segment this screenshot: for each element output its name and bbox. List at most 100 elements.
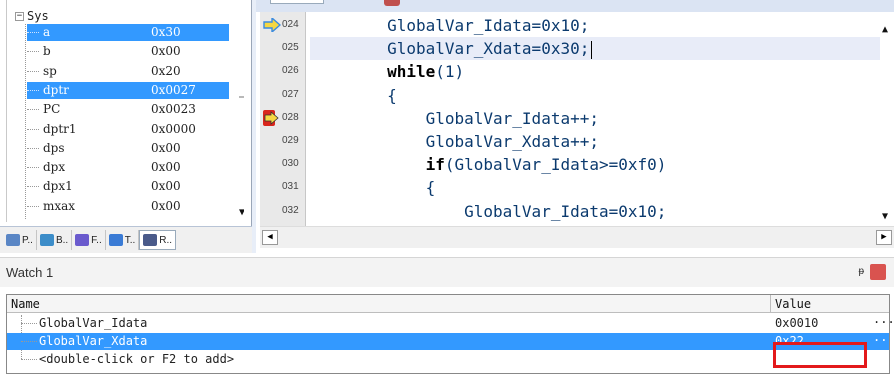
line-number: 027 — [282, 88, 299, 100]
register-row[interactable]: a 0x30 — [27, 24, 229, 41]
register-name: a — [43, 25, 51, 39]
register-value: 0x0023 — [151, 102, 196, 117]
register-value: 0x00 — [151, 198, 181, 213]
editor-tab-close-icon[interactable] — [384, 0, 400, 6]
line-number-gutter[interactable]: 024 025 026 027 028 029 030 031 032 — [260, 12, 306, 226]
line-number: 024 — [282, 19, 299, 30]
editor-horizontal-scrollbar[interactable]: ◀ ▶ — [260, 226, 894, 248]
tree-connector — [21, 323, 37, 324]
tree-connector — [27, 128, 39, 130]
editor-tab[interactable] — [270, 0, 324, 4]
panel-tab[interactable]: F.. — [72, 230, 106, 250]
code-line[interactable]: if(GlobalVar_Idata>=0xf0) — [310, 153, 880, 176]
code-line[interactable]: GlobalVar_Xdata=0x30; — [310, 37, 880, 61]
register-row[interactable]: dptr 0x0027 — [27, 81, 229, 99]
registers-panel: − Sys a 0x30 b 0x00 sp 0x20 dptr 0x0027 PC 0x0023 d… — [0, 0, 252, 253]
panel-tab[interactable]: B.. — [37, 230, 73, 250]
panel-tab[interactable]: R.. — [139, 230, 177, 250]
code-area[interactable]: GlobalVar_Idata=0x10; GlobalVar_Xdata=0x… — [310, 12, 880, 226]
column-header-value[interactable]: Value — [771, 295, 889, 313]
register-row[interactable]: b 0x00 — [27, 43, 229, 60]
close-icon[interactable] — [870, 264, 886, 280]
register-row[interactable]: mxax 0x00 — [27, 198, 229, 215]
register-group-label: Sys — [27, 9, 49, 23]
code-line[interactable]: while(1) — [310, 60, 880, 83]
tree-connector — [27, 70, 39, 72]
code-keyword: if — [425, 155, 445, 175]
tree-guide-line — [25, 24, 26, 219]
pin-icon[interactable]: ᵽ — [858, 266, 864, 277]
line-number: 026 — [282, 65, 299, 77]
scroll-down-icon[interactable]: ▼ — [882, 211, 888, 222]
register-name: dps — [43, 140, 65, 155]
current-line-arrow-icon — [263, 18, 281, 32]
line-number: 025 — [282, 42, 299, 54]
code-line[interactable]: GlobalVar_Idata=0x10; — [310, 14, 880, 37]
watch-row[interactable]: GlobalVar_Xdata 0x22.. — [7, 330, 889, 350]
ellipsis-button[interactable]: .. — [873, 329, 887, 346]
panel-tab-label: T.. — [124, 234, 136, 246]
code-line[interactable]: { — [310, 84, 880, 107]
register-group-sys[interactable]: − Sys — [15, 9, 49, 23]
register-row[interactable]: dps 0x00 — [27, 140, 229, 157]
highlight-annotation — [773, 342, 867, 368]
code-text: GlobalVar_Idata++; — [310, 108, 599, 128]
watch-panel-header: Watch 1 ᵽ — [0, 257, 894, 287]
tree-connector — [27, 109, 39, 111]
code-line[interactable]: GlobalVar_Idata=0x10; — [310, 200, 880, 223]
scroll-right-icon[interactable]: ▶ — [876, 230, 892, 245]
column-header-name[interactable]: Name — [7, 295, 771, 313]
scroll-thumb[interactable] — [239, 96, 244, 102]
tree-connector — [27, 147, 39, 149]
tree-connector — [27, 51, 39, 53]
scroll-left-icon[interactable]: ◀ — [262, 230, 278, 245]
register-row[interactable]: dpx1 0x00 — [27, 178, 229, 195]
code-line[interactable]: GlobalVar_Idata++; — [310, 107, 880, 130]
watch-row[interactable]: GlobalVar_Idata 0x0010... — [7, 312, 894, 332]
functions-icon — [75, 234, 90, 246]
panel-tab[interactable]: P.. — [3, 230, 37, 250]
panel-tab-label: R.. — [159, 234, 173, 246]
ellipsis-button[interactable]: ... — [873, 311, 894, 328]
tree-connector — [21, 341, 37, 342]
register-name: dptr1 — [43, 121, 77, 136]
code-text: GlobalVar_Idata=0x10; — [310, 201, 667, 221]
register-name: sp — [43, 63, 57, 78]
tree-connector — [27, 32, 39, 33]
code-text: GlobalVar_Xdata++; — [310, 132, 599, 151]
line-number: 030 — [282, 158, 299, 170]
register-name: dpx — [43, 160, 66, 175]
watch-expression: <double-click or F2 to add> — [39, 352, 235, 366]
registers-tree[interactable]: − Sys a 0x30 b 0x00 sp 0x20 dptr 0x0027 PC 0x0023 d… — [6, 0, 244, 222]
collapse-icon[interactable]: − — [15, 12, 24, 21]
code-text: (GlobalVar_Idata>=0xf0) — [444, 155, 667, 175]
project-icon — [6, 234, 20, 246]
scroll-up-icon[interactable]: ▲ — [882, 24, 888, 35]
text-caret — [591, 40, 593, 59]
code-line[interactable]: GlobalVar_Xdata++; — [310, 130, 880, 153]
register-name: dptr — [43, 82, 69, 97]
code-line[interactable]: { — [310, 176, 880, 199]
register-row[interactable]: sp 0x20 — [27, 63, 229, 80]
watch-expression: GlobalVar_Idata — [39, 316, 148, 330]
panel-tab[interactable]: T.. — [106, 230, 140, 250]
registers-scrollbar[interactable]: ▼ — [237, 96, 244, 222]
watch-add-row[interactable]: <double-click or F2 to add> — [7, 351, 889, 368]
register-name: PC — [43, 102, 61, 117]
code-editor: 024 025 026 027 028 029 030 031 032 GlobalVar_Id… — [252, 0, 894, 253]
line-number: 028 — [282, 111, 299, 123]
register-value: 0x0027 — [151, 82, 196, 97]
register-value: 0x00 — [151, 160, 181, 175]
register-row[interactable]: PC 0x0023 — [27, 101, 229, 118]
books-icon — [39, 234, 54, 246]
watch-value[interactable]: 0x0010 — [775, 315, 818, 332]
tree-connector — [21, 359, 37, 360]
editor-vertical-scrollbar[interactable]: ▲ ▼ — [880, 12, 894, 226]
register-row[interactable]: dpx 0x00 — [27, 159, 229, 176]
register-value: 0x20 — [151, 63, 181, 78]
scroll-down-icon[interactable]: ▼ — [239, 207, 244, 218]
register-row[interactable]: dptr1 0x0000 — [27, 121, 229, 138]
breakpoint-arrow-icon[interactable] — [263, 109, 281, 126]
line-number: 032 — [282, 204, 299, 216]
